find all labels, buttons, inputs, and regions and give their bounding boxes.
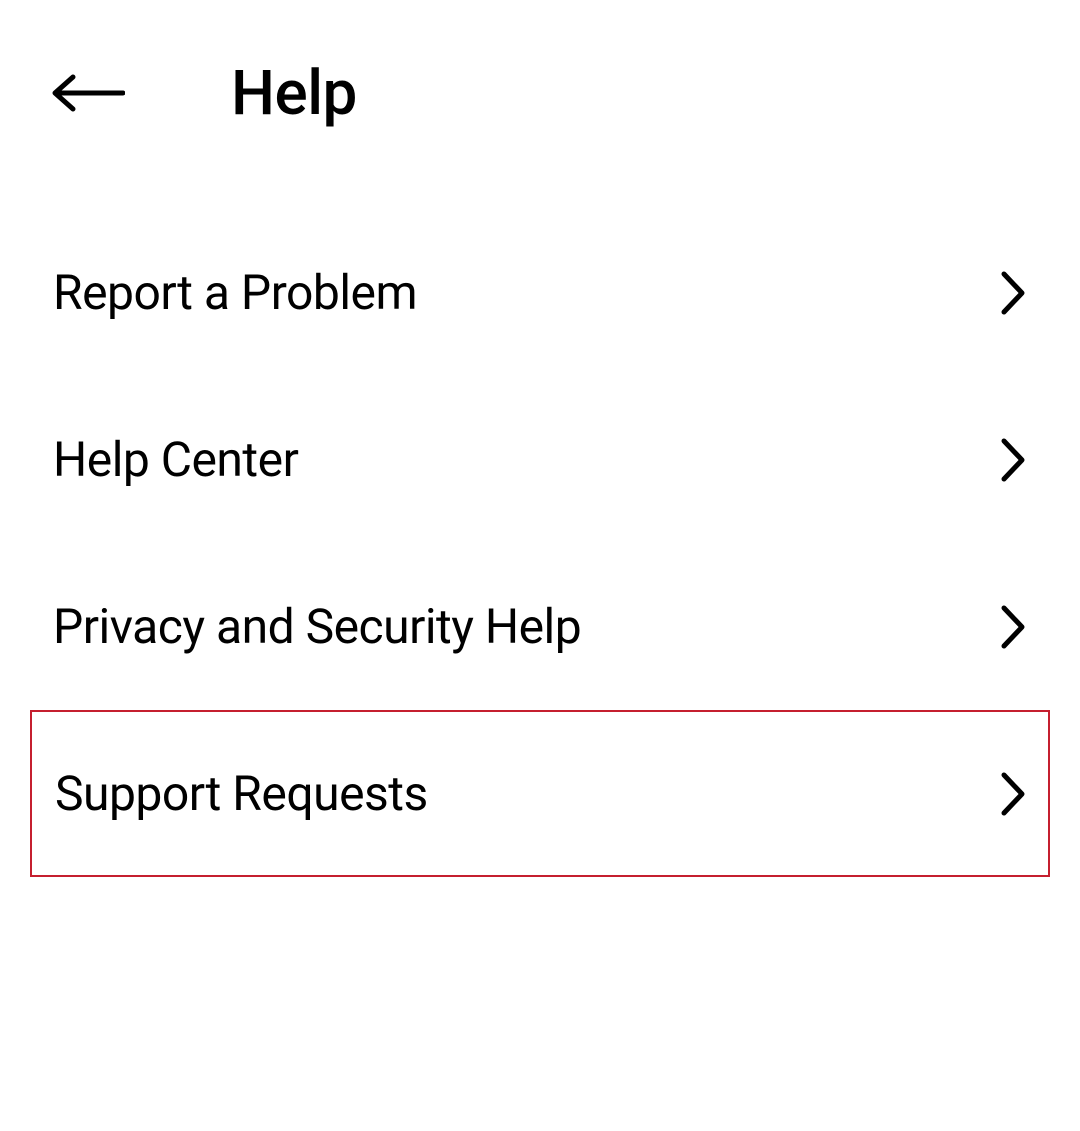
menu-item-label: Report a Problem [53, 264, 417, 321]
menu-list: Report a Problem Help Center Privacy and… [0, 181, 1080, 877]
menu-item-label: Privacy and Security Help [53, 598, 581, 655]
menu-item-privacy-security[interactable]: Privacy and Security Help [0, 543, 1080, 710]
chevron-right-icon [998, 434, 1030, 486]
page-title: Help [231, 57, 357, 130]
menu-item-label: Support Requests [55, 765, 428, 822]
header: Help [0, 0, 1080, 181]
menu-item-report-problem[interactable]: Report a Problem [0, 209, 1080, 376]
chevron-right-icon [998, 267, 1030, 319]
menu-item-help-center[interactable]: Help Center [0, 376, 1080, 543]
menu-item-label: Help Center [53, 431, 298, 488]
back-button[interactable] [50, 55, 126, 131]
chevron-right-icon [998, 768, 1030, 820]
chevron-right-icon [998, 601, 1030, 653]
menu-item-support-requests[interactable]: Support Requests [30, 710, 1050, 877]
back-arrow-icon [51, 73, 125, 113]
